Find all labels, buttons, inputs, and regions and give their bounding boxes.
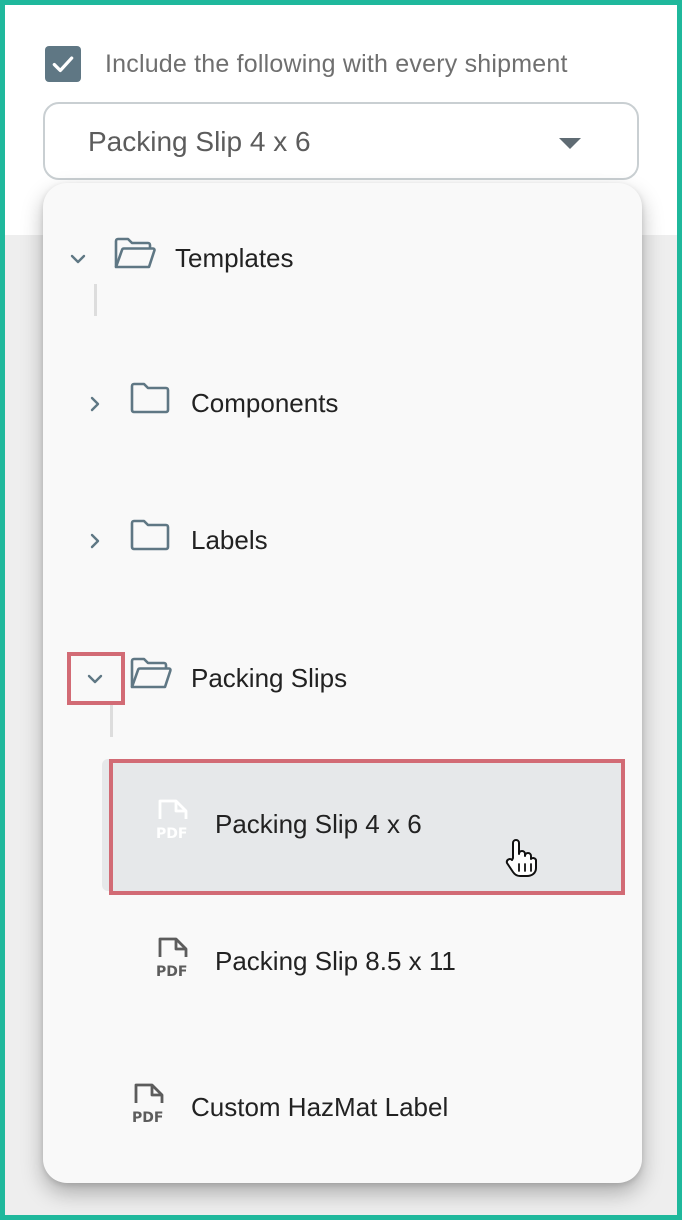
template-select-value: Packing Slip 4 x 6 — [88, 126, 311, 157]
svg-text:PDF: PDF — [156, 964, 187, 979]
screenshot-frame: Include the following with every shipmen… — [0, 0, 682, 1220]
tree-file-packing-slip-8-5x11[interactable]: Packing Slip 8.5 x 11 — [215, 946, 456, 977]
tree-node-components[interactable]: Components — [191, 388, 338, 419]
tree-guide-line — [94, 284, 97, 316]
folder-open-icon — [130, 657, 172, 689]
include-checkbox[interactable] — [45, 46, 81, 82]
tree-guide-line — [110, 705, 113, 737]
checkmark-icon — [52, 56, 74, 73]
tree-file-packing-slip-4x6[interactable]: Packing Slip 4 x 6 — [215, 809, 422, 840]
include-label: Include the following with every shipmen… — [105, 49, 568, 78]
tree-file-custom-hazmat-label[interactable]: Custom HazMat Label — [191, 1092, 448, 1123]
hand-pointer-cursor-icon — [505, 839, 537, 877]
chevron-right-icon[interactable] — [83, 529, 107, 553]
caret-down-icon[interactable] — [559, 138, 581, 149]
template-select[interactable]: Packing Slip 4 x 6 — [43, 102, 639, 180]
pdf-file-icon: PDF — [156, 937, 187, 979]
template-tree-menu: Templates Components Labels Packing Slip… — [43, 183, 642, 1183]
folder-icon — [130, 382, 170, 414]
pdf-file-icon: PDF — [132, 1083, 163, 1125]
svg-text:PDF: PDF — [132, 1110, 163, 1125]
tree-node-templates[interactable]: Templates — [175, 243, 294, 274]
svg-text:PDF: PDF — [156, 826, 187, 841]
chevron-right-icon[interactable] — [83, 392, 107, 416]
tree-node-labels[interactable]: Labels — [191, 525, 268, 556]
include-option[interactable]: Include the following with every shipmen… — [45, 42, 568, 86]
chevron-down-icon[interactable] — [83, 667, 107, 691]
chevron-down-icon[interactable] — [66, 247, 90, 271]
pdf-file-icon: PDF — [156, 799, 187, 841]
tree-node-packing-slips[interactable]: Packing Slips — [191, 663, 347, 694]
folder-open-icon — [114, 237, 156, 269]
folder-icon — [130, 519, 170, 551]
